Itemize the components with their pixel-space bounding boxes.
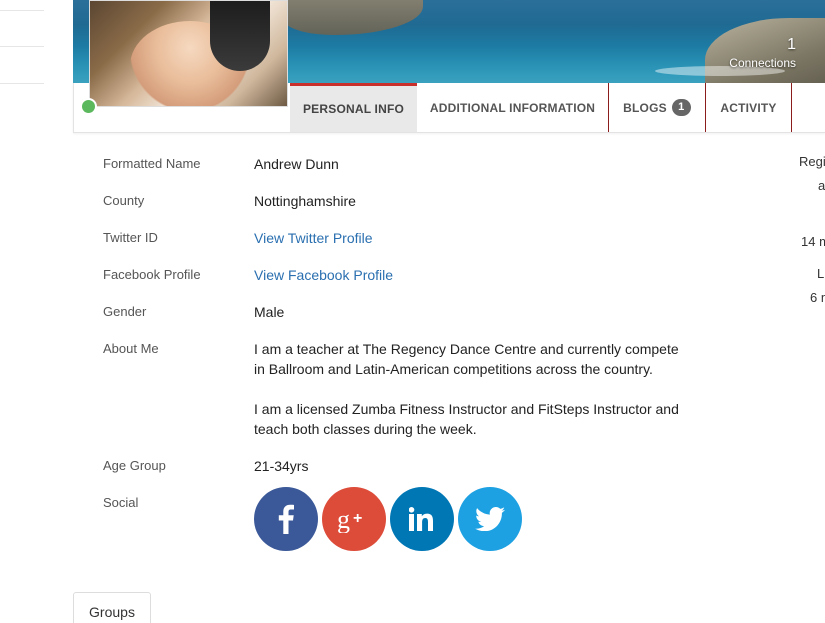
connections-counter[interactable]: 1 Connections: [729, 36, 796, 70]
sidebar-text: L: [817, 266, 825, 281]
field-label: Formatted Name: [103, 156, 201, 171]
about-paragraph: I am a teacher at The Regency Dance Cent…: [254, 341, 679, 377]
sidebar-text: a: [818, 178, 825, 193]
age-group-value: 21-34yrs: [254, 458, 309, 474]
twitter-icon: [475, 507, 505, 531]
field-label: Social: [103, 495, 139, 510]
facebook-icon: [278, 504, 294, 534]
linkedin-button[interactable]: [390, 487, 454, 551]
connections-label: Connections: [729, 56, 796, 70]
field-label: About Me: [103, 341, 159, 356]
tab-personal-info[interactable]: PERSONAL INFO: [290, 83, 417, 132]
info-row-age-group: Age Group 21-34yrs: [103, 456, 683, 476]
sidebar-text: Regis: [799, 154, 825, 169]
profile-tabs: PERSONAL INFO ADDITIONAL INFORMATION BLO…: [290, 83, 792, 132]
info-row-social: Social g +: [103, 487, 683, 551]
groups-tab-button[interactable]: Groups: [73, 592, 151, 623]
tab-label: ADDITIONAL INFORMATION: [429, 100, 596, 115]
about-me-value: I am a teacher at The Regency Dance Cent…: [254, 339, 683, 439]
online-status-icon: [80, 98, 97, 115]
connections-count: 1: [787, 36, 796, 53]
info-row-formatted-name: Formatted Name Andrew Dunn: [103, 154, 683, 174]
divider: [0, 83, 44, 84]
sidebar-text: 6 m: [810, 290, 825, 305]
county-value: Nottinghamshire: [254, 193, 356, 209]
gender-value: Male: [254, 304, 285, 320]
tab-label: PERSONAL INFO: [302, 102, 405, 116]
tab-label: ACTIVITY: [720, 100, 777, 115]
about-paragraph: I am a licensed Zumba Fitness Instructor…: [254, 401, 679, 437]
field-label: County: [103, 193, 145, 208]
tab-label: BLOGS: [623, 100, 667, 115]
svg-text:g: g: [337, 505, 350, 533]
field-label: Age Group: [103, 458, 166, 473]
tab-additional-information[interactable]: ADDITIONAL INFORMATION: [417, 83, 609, 132]
info-row-county: County Nottinghamshire: [103, 191, 683, 211]
google-plus-button[interactable]: g +: [322, 487, 386, 551]
social-links: g +: [254, 487, 683, 551]
cover-cliff-left: [283, 0, 423, 35]
field-label: Twitter ID: [103, 230, 158, 245]
divider: [0, 10, 44, 11]
formatted-name-value: Andrew Dunn: [254, 156, 339, 172]
linkedin-icon: [409, 507, 433, 531]
svg-text:+: +: [353, 510, 362, 527]
tab-activity[interactable]: ACTIVITY: [706, 83, 792, 132]
sidebar-text: 14 m: [801, 234, 825, 249]
twitter-button[interactable]: [458, 487, 522, 551]
field-label: Gender: [103, 304, 147, 319]
info-row-about: About Me I am a teacher at The Regency D…: [103, 339, 683, 439]
avatar-photo-partner: [210, 1, 270, 71]
blogs-count-badge: 1: [671, 99, 691, 116]
groups-label: Groups: [89, 604, 135, 620]
divider: [0, 46, 44, 47]
info-row-facebook: Facebook Profile View Facebook Profile: [103, 265, 683, 285]
field-label: Facebook Profile: [103, 267, 201, 282]
personal-info-panel: Formatted Name Andrew Dunn County Nottin…: [103, 154, 683, 568]
info-row-twitter: Twitter ID View Twitter Profile: [103, 228, 683, 248]
google-plus-icon: g +: [337, 505, 362, 533]
info-row-gender: Gender Male: [103, 302, 683, 322]
view-facebook-profile-link[interactable]: View Facebook Profile: [254, 267, 393, 283]
avatar[interactable]: [89, 0, 288, 107]
facebook-button[interactable]: [254, 487, 318, 551]
view-twitter-profile-link[interactable]: View Twitter Profile: [254, 230, 373, 246]
tab-blogs[interactable]: BLOGS 1: [609, 83, 706, 132]
